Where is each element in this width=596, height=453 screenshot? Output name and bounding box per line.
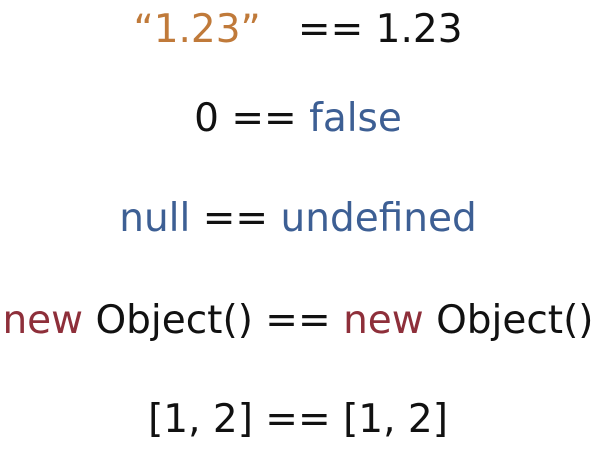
code-segment: new: [343, 298, 424, 343]
code-segment: new: [2, 298, 84, 343]
code-segment: Object(): [423, 298, 594, 343]
comparison-null-vs-undefined: null == undefined: [0, 195, 596, 243]
code-segment: undefined: [280, 196, 477, 241]
comparison-string-vs-number: “1.23” == 1.23: [0, 6, 596, 54]
code-segment: == 1.23: [260, 7, 463, 52]
code-segment: false: [309, 96, 402, 141]
comparison-zero-vs-false: 0 == false: [0, 95, 596, 143]
slide: “1.23” == 1.23 0 == false null == undefi…: [0, 0, 596, 453]
comparison-array-vs-array: [1, 2] == [1, 2]: [0, 396, 596, 444]
code-segment: “1.23”: [133, 7, 261, 52]
comparison-object-vs-object: new Object() == new Object(): [0, 297, 596, 345]
code-segment: null: [119, 196, 191, 241]
code-segment: 0 ==: [194, 96, 310, 141]
code-segment: Object() ==: [83, 298, 344, 343]
code-segment: [1, 2] == [1, 2]: [148, 397, 448, 442]
code-segment: ==: [190, 196, 281, 241]
